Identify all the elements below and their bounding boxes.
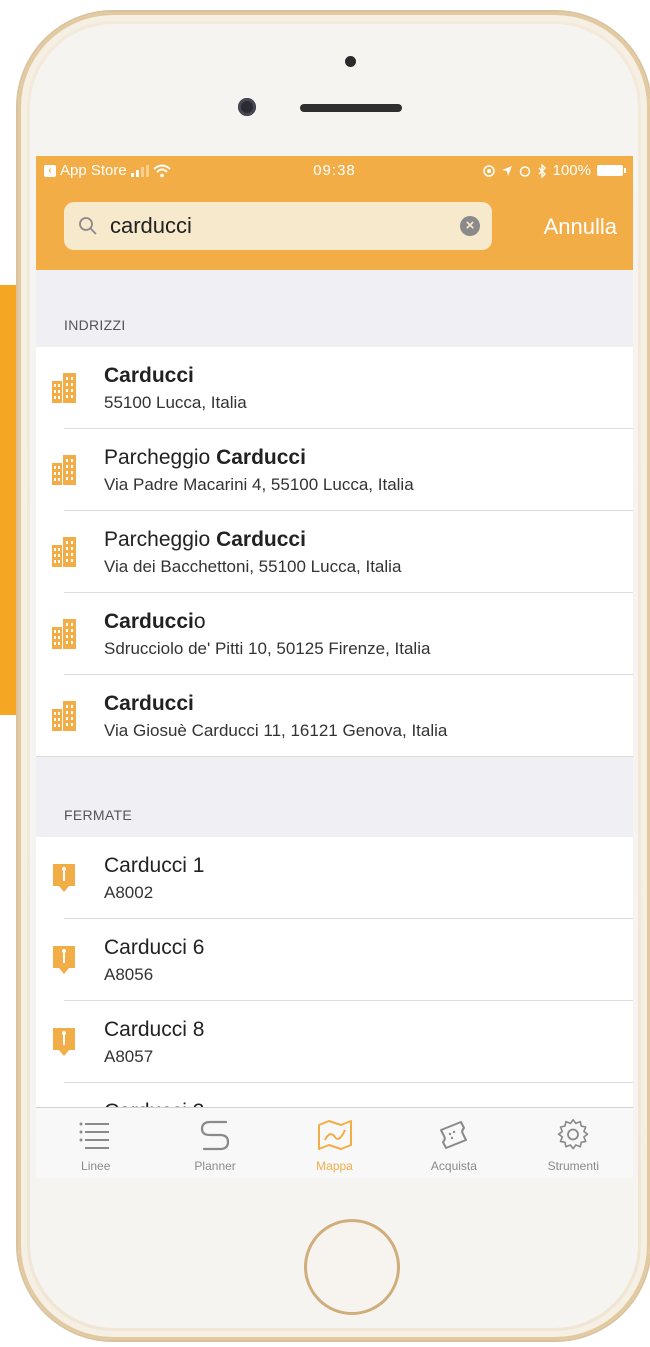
- address-title-prefix: Parcheggio: [104, 528, 217, 551]
- proximity-sensor: [345, 56, 356, 67]
- stop-code: A8057: [104, 1047, 154, 1066]
- battery-icon: [597, 165, 626, 176]
- tab-label-linee: Linee: [81, 1159, 111, 1173]
- search-bar: × Annulla: [36, 186, 633, 270]
- address-result-row[interactable]: Carducci 55100 Lucca, Italia: [36, 347, 633, 429]
- address-title-prefix: Parcheggio: [104, 446, 217, 469]
- tab-planner[interactable]: Planner: [155, 1108, 274, 1178]
- stop-result-row[interactable]: Carducci 3: [36, 1083, 633, 1108]
- side-accent-strip: [0, 285, 18, 715]
- address-subtitle: 55100 Lucca, Italia: [104, 393, 247, 412]
- tab-label-planner: Planner: [194, 1159, 236, 1173]
- stop-result-row[interactable]: Carducci 8 A8057: [36, 1001, 633, 1083]
- gear-icon: [558, 1118, 589, 1150]
- address-title-rest: o: [193, 610, 206, 633]
- address-title-match: Carducci: [216, 446, 306, 469]
- results-list[interactable]: INDRIZZI Carducci 55100 Lucca, Italia Parc…: [36, 270, 633, 1108]
- building-icon: [52, 619, 76, 649]
- stops-list: Carducci 1 A8002 Carducci 6 A8056 Carducci 8…: [36, 837, 633, 1108]
- stop-code: A8056: [104, 965, 154, 984]
- bus-stop-icon: [53, 864, 75, 892]
- address-result-row[interactable]: Parcheggio Carducci Via dei Bacchettoni, …: [36, 511, 633, 593]
- stop-title: Carducci 1: [104, 854, 205, 877]
- search-input[interactable]: [108, 212, 442, 240]
- location-arrow-icon: [501, 165, 512, 176]
- stop-code: A8002: [104, 883, 154, 902]
- location-lock-icon: [482, 164, 495, 177]
- status-bar: ‹ App Store 09:38 100%: [36, 156, 633, 186]
- tab-bar: Linee Planner Mappa Acquista Strumenti: [36, 1107, 633, 1178]
- address-title: Carducci: [104, 692, 194, 716]
- address-title-match: Carducci: [104, 692, 194, 715]
- stop-result-row[interactable]: Carducci 6 A8056: [36, 919, 633, 1001]
- building-icon: [52, 455, 76, 485]
- address-subtitle: Via Padre Macarini 4, 55100 Lucca, Itali…: [104, 475, 414, 494]
- address-title-match: Carducci: [216, 528, 306, 551]
- section-header-addresses: INDRIZZI: [36, 270, 633, 347]
- tab-strumenti[interactable]: Strumenti: [514, 1108, 633, 1178]
- stop-title: Carducci 8: [104, 1018, 205, 1041]
- search-icon: [79, 217, 97, 235]
- address-result-row[interactable]: Carducci Via Giosuè Carducci 11, 16121 Ge…: [36, 675, 633, 757]
- bus-stop-icon: [53, 1028, 75, 1056]
- status-right: 100%: [482, 162, 626, 179]
- tab-mappa[interactable]: Mappa: [275, 1108, 394, 1178]
- stop-title: Carducci 6: [104, 936, 205, 959]
- tab-linee[interactable]: Linee: [36, 1108, 155, 1178]
- route-icon: [201, 1120, 230, 1151]
- stop-result-row[interactable]: Carducci 1 A8002: [36, 837, 633, 919]
- tab-label-mappa: Mappa: [316, 1159, 353, 1173]
- clear-search-icon[interactable]: ×: [460, 216, 480, 236]
- section-header-stops: FERMATE: [36, 757, 633, 837]
- tab-label-strumenti: Strumenti: [547, 1159, 599, 1173]
- address-subtitle: Via dei Bacchettoni, 55100 Lucca, Italia: [104, 557, 402, 576]
- row-divider: [36, 756, 633, 757]
- address-title: Carducci: [104, 364, 194, 388]
- address-title-match: Carducci: [104, 610, 194, 633]
- bluetooth-icon: [538, 163, 546, 178]
- address-title: Parcheggio Carducci: [104, 528, 306, 552]
- home-button[interactable]: [304, 1219, 400, 1315]
- cancel-button[interactable]: Annulla: [544, 214, 617, 240]
- address-result-row[interactable]: Carduccio Sdrucciolo de' Pitti 10, 50125 …: [36, 593, 633, 675]
- address-title-match: Carducci: [104, 364, 194, 387]
- building-icon: [52, 537, 76, 567]
- building-icon: [52, 373, 76, 403]
- ticket-icon: [439, 1121, 467, 1149]
- address-title: Parcheggio Carducci: [104, 446, 306, 470]
- address-result-row[interactable]: Parcheggio Carducci Via Padre Macarini 4,…: [36, 429, 633, 511]
- list-icon: [79, 1122, 109, 1149]
- alarm-icon: [519, 165, 530, 177]
- earpiece-speaker: [300, 104, 402, 112]
- search-field[interactable]: ×: [64, 202, 492, 250]
- address-subtitle: Sdrucciolo de' Pitti 10, 50125 Firenze, …: [104, 639, 431, 658]
- map-icon: [317, 1120, 352, 1150]
- address-subtitle: Via Giosuè Carducci 11, 16121 Genova, It…: [104, 721, 448, 740]
- tab-label-acquista: Acquista: [430, 1159, 477, 1173]
- bus-stop-icon: [53, 946, 75, 974]
- tab-acquista[interactable]: Acquista: [394, 1108, 513, 1178]
- address-title: Carduccio: [104, 610, 206, 634]
- building-icon: [52, 701, 76, 731]
- front-camera: [238, 98, 256, 116]
- battery-percent: 100%: [552, 162, 591, 179]
- app-screen: ‹ App Store 09:38 100% carducci × Annull…: [36, 156, 633, 1178]
- addresses-list: Carducci 55100 Lucca, Italia Parcheggio Ca…: [36, 347, 633, 757]
